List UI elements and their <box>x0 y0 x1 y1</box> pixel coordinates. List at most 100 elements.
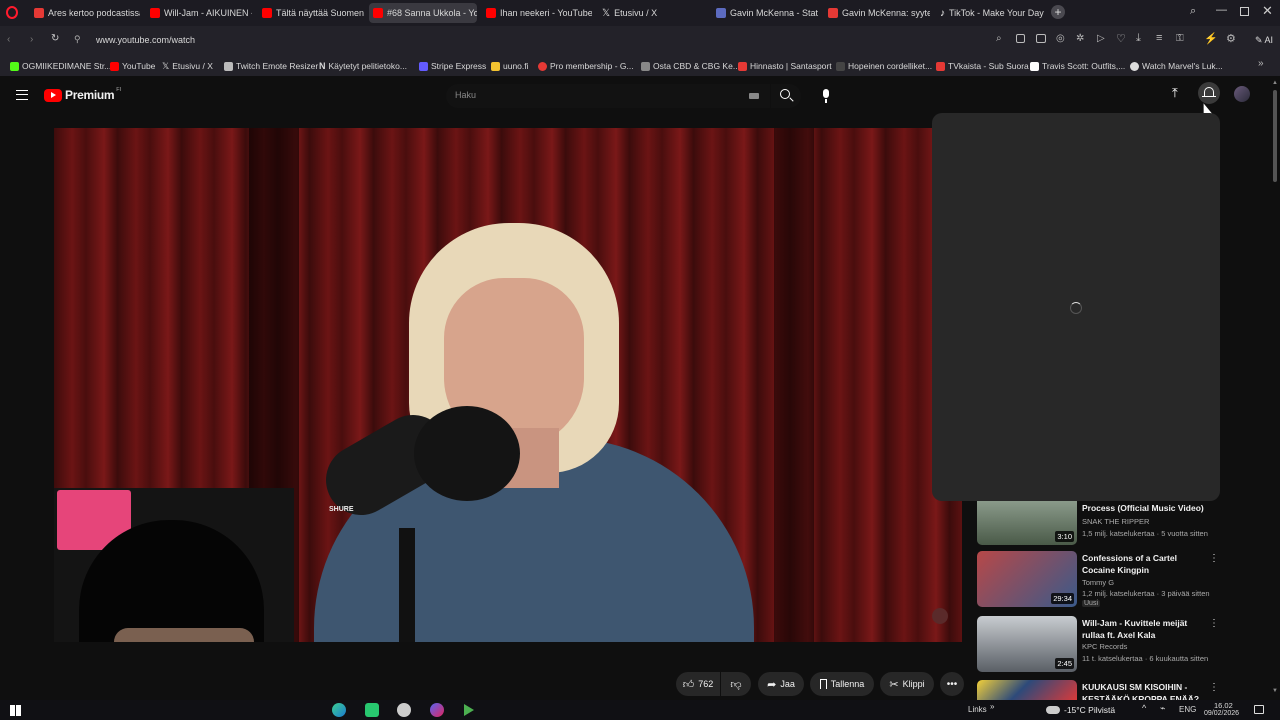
clock-date[interactable]: 09/02/2026 <box>1204 710 1239 717</box>
bookmark-item[interactable]: Osta CBD & CBG Ke... <box>641 59 740 73</box>
extension-icon[interactable]: ✲ <box>1076 33 1084 44</box>
channel-name[interactable]: KPC Records <box>1082 642 1127 651</box>
tab-will-jam[interactable]: Will-Jam - AIKUINEN - Yo <box>146 3 252 23</box>
tab-ares[interactable]: Ares kertoo podcastissa v... <box>30 3 140 23</box>
video-thumbnail[interactable]: 3:10 <box>977 501 1077 545</box>
tab-gavin-syytetaan[interactable]: Gavin McKenna: syytetää <box>824 3 930 23</box>
download-icon[interactable]: ⤓ <box>1136 32 1141 45</box>
voice-search-button[interactable] <box>814 84 838 108</box>
wallet-icon[interactable]: ⚿ <box>1176 33 1184 44</box>
minimize-icon[interactable]: — <box>1216 4 1227 16</box>
close-window-icon[interactable]: ✕ <box>1262 3 1273 19</box>
heart-icon[interactable]: ♡ <box>1116 32 1126 45</box>
share-button[interactable]: ➦ Jaa <box>758 672 804 696</box>
more-options-icon[interactable]: ⋮ <box>1209 618 1219 629</box>
clip-button[interactable]: ✂ Klippi <box>880 672 934 696</box>
list-item[interactable]: 29:34 Confessions of a Cartel Cocaine Ki… <box>977 551 1219 611</box>
clock-time[interactable]: 16.02 <box>1214 701 1233 710</box>
bookmark-item[interactable]: Hopeinen cordelliket... <box>836 59 932 73</box>
tab-sanna-ukkola[interactable]: #68 Sanna Ukkola - YouTu <box>369 3 477 23</box>
tab-talta-nayttaa[interactable]: Tältä näyttää Suomen suu <box>258 3 364 23</box>
notification-center-icon[interactable] <box>1254 705 1264 714</box>
app-icon[interactable] <box>430 703 444 717</box>
bookmark-item[interactable]: Hinnasto | Santasport <box>738 59 832 73</box>
more-options-icon[interactable]: ⋮ <box>1209 682 1217 693</box>
bookmark-item[interactable]: Twitch Emote Resizer <box>224 59 318 73</box>
video-title[interactable]: Process (Official Music Video) <box>1082 502 1210 514</box>
like-button[interactable]: 👍︎ 762 <box>676 672 720 696</box>
search-tabs-icon[interactable]: ⌕ <box>1190 5 1196 18</box>
reload-icon[interactable]: ↻ <box>51 33 59 44</box>
app-icon[interactable] <box>397 703 411 717</box>
windows-start-icon[interactable] <box>10 705 21 716</box>
camera-icon[interactable] <box>1036 34 1046 43</box>
video-title[interactable]: KUUKAUSI SM KISOIHIN - KESTÄÄKÖ KROPPA E… <box>1082 681 1210 700</box>
bookmark-item[interactable]: N Käytetyt pelitietoko... <box>319 59 407 73</box>
video-thumbnail[interactable] <box>977 680 1077 700</box>
tab-ihan-neekeri[interactable]: Ihan neekeri - YouTube <box>482 3 592 23</box>
list-item[interactable]: 3:10 Process (Official Music Video) SNAK… <box>977 501 1217 547</box>
new-tab-icon[interactable]: + <box>1051 5 1065 19</box>
menu-icon[interactable]: ≡ <box>1156 32 1162 44</box>
video-title[interactable]: Will-Jam - Kuvittele meijät rullaa ft. A… <box>1082 617 1210 641</box>
zoom-icon[interactable]: ⌕ <box>996 33 1002 44</box>
youtube-logo[interactable]: Premium FI <box>44 87 121 102</box>
more-bookmarks-icon[interactable]: » <box>1258 58 1264 69</box>
channel-name[interactable]: Tommy G <box>1082 578 1114 587</box>
links-chevron-icon[interactable]: » <box>990 702 994 711</box>
search-button[interactable] <box>771 84 801 108</box>
app-icon[interactable] <box>365 703 379 717</box>
tab-gavin-stats[interactable]: Gavin McKenna - Stats, C <box>712 3 818 23</box>
video-thumbnail[interactable]: 29:34 <box>977 551 1077 607</box>
bookmark-item[interactable]: OGMIIKEDIMANE Str... <box>10 59 111 73</box>
page-scrollbar[interactable]: ▲ ▼ <box>1270 76 1280 700</box>
dislike-button[interactable]: 👎︎ <box>721 672 751 696</box>
links-toolbar[interactable]: Links <box>968 705 987 714</box>
keyboard-icon[interactable] <box>749 93 759 99</box>
edge-icon[interactable] <box>332 703 346 717</box>
tab-x[interactable]: 𝕏 Etusivu / X <box>598 3 704 23</box>
bookmark-item[interactable]: Pro membership - G... <box>538 59 634 73</box>
video-player[interactable]: SHURE <box>54 128 962 642</box>
bookmark-item[interactable]: Stripe Express <box>419 59 486 73</box>
search-box[interactable]: Haku <box>446 84 770 108</box>
list-item[interactable]: 2:45 Will-Jam - Kuvittele meijät rullaa … <box>977 616 1219 676</box>
forward-icon[interactable]: › <box>30 34 33 45</box>
search-input[interactable]: Haku <box>455 90 476 100</box>
edit-icon[interactable] <box>1016 34 1025 43</box>
play-app-icon[interactable] <box>464 704 474 716</box>
bookmark-item[interactable]: 𝕏 Etusivu / X <box>162 59 213 73</box>
opera-logo-icon[interactable] <box>6 6 18 19</box>
hamburger-menu-icon[interactable] <box>16 90 28 100</box>
url-field[interactable]: www.youtube.com/watch <box>96 35 195 45</box>
scrollbar-thumb[interactable] <box>1273 90 1277 182</box>
site-info-icon[interactable]: ⚲ <box>74 34 81 45</box>
notifications-button[interactable] <box>1198 82 1220 104</box>
network-icon[interactable]: ⌁ <box>1160 703 1165 714</box>
bookmark-item[interactable]: TVkaista - Sub Suora <box>936 59 1029 73</box>
channel-name[interactable]: SNAK THE RIPPER <box>1082 517 1149 526</box>
tab-tiktok[interactable]: ♪ TikTok - Make Your Day <box>936 3 1044 23</box>
ai-button[interactable]: ✎ AI <box>1252 32 1276 48</box>
shield-icon[interactable]: ◎ <box>1056 33 1065 44</box>
save-button[interactable]: Tallenna <box>810 672 874 696</box>
play-icon[interactable]: ▷ <box>1097 33 1105 44</box>
list-item[interactable]: KUUKAUSI SM KISOIHIN - KESTÄÄKÖ KROPPA E… <box>977 680 1217 700</box>
bookmark-item[interactable]: YouTube <box>110 59 155 73</box>
video-overlay-icon[interactable] <box>932 608 948 624</box>
extension-blue-icon[interactable]: ⚡ <box>1204 32 1218 45</box>
more-options-icon[interactable]: ⋮ <box>1209 553 1219 564</box>
bookmark-item[interactable]: uuno.fi <box>491 59 529 73</box>
back-icon[interactable]: ‹ <box>7 34 10 45</box>
scrollbar-down-icon[interactable]: ▼ <box>1272 688 1278 694</box>
maximize-icon[interactable] <box>1240 7 1249 16</box>
weather-text[interactable]: -15°C Pilvistä <box>1064 705 1115 715</box>
avatar[interactable] <box>1234 86 1250 102</box>
video-thumbnail[interactable]: 2:45 <box>977 616 1077 672</box>
scrollbar-up-icon[interactable]: ▲ <box>1272 80 1278 86</box>
settings-icon[interactable]: ⚙ <box>1226 32 1236 45</box>
more-actions-button[interactable]: ••• <box>940 672 964 696</box>
upload-button[interactable]: ⤒ <box>1172 85 1178 101</box>
video-title[interactable]: Confessions of a Cartel Cocaine Kingpin <box>1082 552 1210 576</box>
tray-chevron-icon[interactable]: ^ <box>1142 703 1146 713</box>
